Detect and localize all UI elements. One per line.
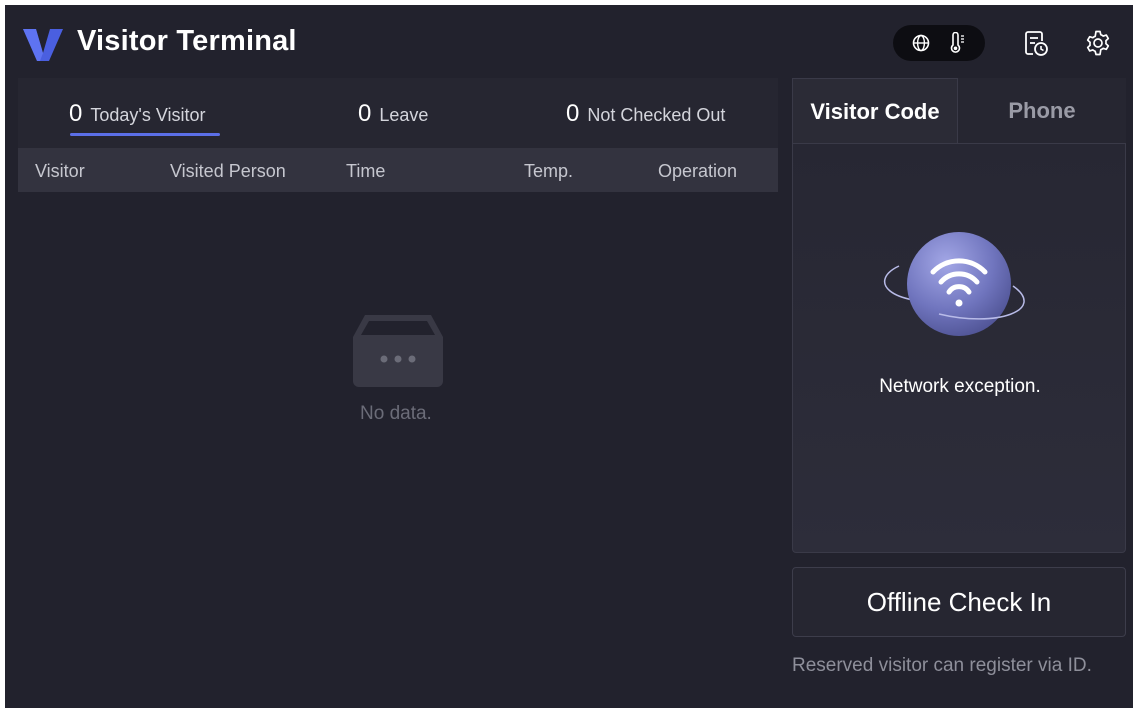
network-exception-message: Network exception.: [879, 376, 1041, 397]
tab-not-checked-out[interactable]: 0 Not Checked Out: [566, 100, 725, 128]
visitor-code-panel: Network exception.: [792, 143, 1126, 553]
network-error-wifi-icon: [883, 232, 1025, 336]
tab-leave[interactable]: 0 Leave: [358, 100, 428, 128]
tab-todays-visitor[interactable]: 0 Today's Visitor: [69, 100, 206, 128]
not-checked-out-count: 0: [566, 100, 580, 127]
todays-visitor-label: Today's Visitor: [90, 105, 206, 125]
leave-label: Leave: [379, 105, 429, 125]
empty-state-text: No data.: [360, 403, 432, 424]
column-header-operation: Operation: [658, 161, 738, 181]
offline-check-in-button[interactable]: Offline Check In: [792, 567, 1126, 637]
empty-inbox-icon: [353, 315, 443, 387]
thermometer-icon: [950, 32, 964, 53]
todays-visitor-count: 0: [69, 100, 83, 127]
reserved-visitor-hint: Reserved visitor can register via ID.: [792, 655, 1092, 676]
check-in-method-tabs: Visitor Code Phone: [792, 78, 1126, 144]
status-indicators: [893, 25, 985, 61]
tab-visitor-code[interactable]: Visitor Code: [792, 78, 958, 144]
column-header-time: Time: [346, 161, 386, 181]
column-header-visited-person: Visited Person: [170, 161, 286, 181]
tab-phone[interactable]: Phone: [958, 78, 1126, 144]
visit-history-icon[interactable]: [1019, 25, 1053, 61]
column-header-visitor: Visitor: [35, 161, 85, 181]
not-checked-out-label: Not Checked Out: [587, 105, 726, 125]
visitor-terminal-screen: Visitor Terminal 0 Today's Visitor 0 Lea…: [5, 5, 1133, 708]
gear-icon[interactable]: [1081, 25, 1115, 61]
app-title: Visitor Terminal: [77, 25, 297, 57]
visitor-table-header: Visitor Visited Person Time Temp. Operat…: [18, 148, 778, 192]
column-header-temp: Temp.: [524, 161, 574, 181]
visitor-stats-tabs: 0 Today's Visitor 0 Leave 0 Not Checked …: [18, 78, 778, 148]
leave-count: 0: [358, 100, 372, 127]
logo-v-icon: [23, 29, 63, 61]
active-tab-underline: [70, 133, 220, 136]
visitor-list-panel: 0 Today's Visitor 0 Leave 0 Not Checked …: [18, 78, 778, 708]
globe-icon: [912, 34, 930, 52]
